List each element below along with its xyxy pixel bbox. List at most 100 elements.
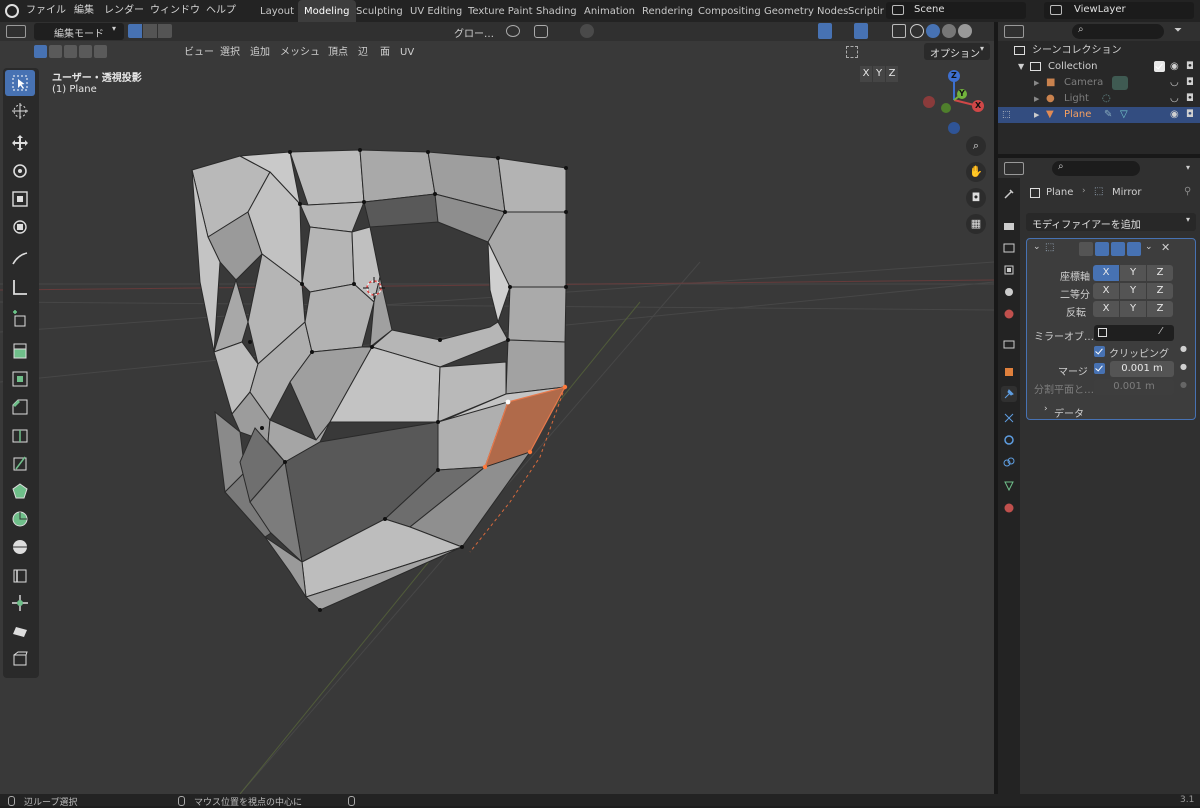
scale-tool[interactable]	[5, 186, 35, 212]
annotate-tool[interactable]	[5, 246, 35, 272]
viewport-toggle-icon[interactable]	[1111, 242, 1125, 256]
properties-search-input[interactable]: ⌕	[1052, 161, 1140, 176]
edge-select-button[interactable]	[143, 24, 157, 38]
scene-tab-icon[interactable]	[1001, 284, 1017, 300]
workspace-tab-4[interactable]: Texture Paint	[462, 0, 539, 24]
material-tab-icon[interactable]	[1001, 500, 1017, 516]
render-toggle-icon[interactable]	[1127, 242, 1141, 256]
outliner-row-plane[interactable]: ⬚ ▶ ▼ Plane ✎ ▽ ◉ ◘	[998, 107, 1200, 123]
merge-checkbox[interactable]	[1094, 363, 1105, 374]
overlay-toggle-icon[interactable]	[854, 23, 868, 39]
axis-y-button[interactable]: Y	[1120, 265, 1146, 281]
ortho-grid-icon[interactable]: ▦	[966, 214, 986, 234]
viewport-menu-0[interactable]: ビュー	[184, 44, 214, 62]
move-tool[interactable]	[5, 130, 35, 156]
proportional-edit-icon[interactable]	[580, 24, 594, 38]
filter-icon[interactable]: ⏷	[1174, 25, 1186, 37]
bevel-tool[interactable]	[5, 394, 35, 420]
select-box-tool[interactable]	[5, 70, 35, 96]
extrude-tool[interactable]	[5, 338, 35, 364]
mirror-axis-x-button[interactable]: X	[860, 66, 872, 82]
select-mode-extend-button[interactable]	[49, 45, 62, 58]
bisect-x-button[interactable]: X	[1093, 283, 1119, 299]
mirror-axis-y-button[interactable]: Y	[873, 66, 885, 82]
camera-render-icon[interactable]: ◘	[1186, 107, 1194, 123]
camera-render-icon[interactable]: ◘	[1186, 91, 1194, 107]
scene-selector[interactable]: Scene	[886, 2, 1026, 19]
viewport-menu-6[interactable]: 面	[380, 44, 390, 62]
3d-viewport[interactable]: 編集モード ▾ ビュー 選択 追加 メッシュ 頂点辺面 UV グロー… XYZ オプション…	[0, 22, 994, 794]
camera-render-icon[interactable]: ◘	[1186, 75, 1194, 91]
pin-icon[interactable]: ⚲	[1184, 186, 1191, 197]
zoom-icon[interactable]: ⌕	[966, 136, 986, 156]
outliner-row-light[interactable]: ▶ ● Light ◌ ◡ ◘	[998, 91, 1200, 107]
chevron-right-icon[interactable]: ›	[1044, 404, 1048, 414]
collection-checkbox[interactable]	[1154, 61, 1165, 72]
menu-item-1[interactable]: 編集	[70, 0, 98, 22]
workspace-tab-3[interactable]: UV Editing	[404, 0, 468, 24]
eye-closed-icon[interactable]: ◡	[1170, 75, 1179, 91]
eye-icon[interactable]: ◉	[1170, 107, 1179, 123]
outliner-row-camera[interactable]: ▶ ■ Camera ◡ ◘	[998, 75, 1200, 91]
axis-z-button[interactable]: Z	[1147, 265, 1173, 281]
object-tab-icon[interactable]	[1001, 364, 1017, 380]
data-subpanel-label[interactable]: データ	[1054, 405, 1084, 420]
cage-toggle-icon[interactable]	[1095, 242, 1109, 256]
workspace-tab-8[interactable]: Compositing	[692, 0, 767, 24]
edit-mode-icon[interactable]: ⬚	[1002, 107, 1011, 123]
mirror-object-field[interactable]: ⁄	[1094, 325, 1174, 341]
tool-tab-icon[interactable]	[1001, 186, 1017, 202]
xray-toggle-icon[interactable]	[892, 24, 906, 38]
menu-item-4[interactable]: ヘルプ	[202, 0, 240, 22]
eye-icon[interactable]: ◉	[1170, 59, 1179, 75]
snap-icon[interactable]	[534, 25, 548, 38]
expand-icon[interactable]: ▶	[1034, 91, 1039, 107]
expand-icon[interactable]: ▶	[1034, 75, 1039, 91]
editor-type-icon[interactable]	[6, 25, 26, 38]
physics-tab-icon[interactable]	[1001, 432, 1017, 448]
inset-tool[interactable]	[5, 366, 35, 392]
keyframe-dot-icon[interactable]: ●	[1180, 344, 1187, 353]
options-dropdown[interactable]: オプション ▾	[924, 43, 990, 60]
close-icon[interactable]: ✕	[1161, 241, 1170, 254]
smooth-tool[interactable]	[5, 534, 35, 560]
material-shading-button[interactable]	[942, 24, 956, 38]
gizmo-toggle-icon[interactable]	[818, 23, 832, 39]
loop-cut-tool[interactable]	[5, 422, 35, 448]
rotate-tool[interactable]	[5, 158, 35, 184]
menu-item-0[interactable]: ファイル	[22, 0, 70, 22]
workspace-tab-1[interactable]: Modeling	[298, 0, 356, 24]
pivot-icon[interactable]	[506, 25, 520, 37]
face-select-button[interactable]	[158, 24, 172, 38]
menu-item-3[interactable]: ウィンドウ	[146, 0, 204, 22]
outliner-scene-collection[interactable]: シーンコレクション	[998, 43, 1200, 59]
shrink-fatten-tool[interactable]	[5, 590, 35, 616]
workspace-tab-5[interactable]: Shading	[530, 0, 583, 24]
axis-x-button[interactable]: X	[1093, 265, 1119, 281]
edge-slide-tool[interactable]	[5, 562, 35, 588]
output-tab-icon[interactable]	[1001, 240, 1017, 256]
shear-tool[interactable]	[5, 618, 35, 644]
viewport-menu-3[interactable]: メッシュ	[280, 44, 320, 62]
particles-tab-icon[interactable]	[1001, 410, 1017, 426]
rip-region-tool[interactable]	[5, 646, 35, 672]
clipping-checkbox[interactable]	[1094, 346, 1105, 357]
eye-closed-icon[interactable]: ◡	[1170, 91, 1179, 107]
menu-item-2[interactable]: レンダー	[100, 0, 148, 22]
expand-icon[interactable]: ▶	[1034, 107, 1039, 123]
outliner-type-icon[interactable]	[1004, 25, 1024, 38]
chevron-down-icon[interactable]: ⌄	[1145, 242, 1153, 252]
vertex-select-button[interactable]	[128, 24, 142, 38]
viewport-visibility-icon[interactable]	[790, 24, 814, 38]
workspace-tab-10[interactable]: Scriptir	[842, 0, 890, 24]
view-layer-tab-icon[interactable]	[1001, 262, 1017, 278]
select-mode-subtract-button[interactable]	[64, 45, 77, 58]
select-mode-intersect-button[interactable]	[94, 45, 107, 58]
transform-tool[interactable]	[5, 214, 35, 240]
edit-mode-toggle-icon[interactable]	[1079, 242, 1093, 256]
viewport-menu-5[interactable]: 辺	[358, 44, 368, 62]
bisect-z-button[interactable]: Z	[1147, 283, 1173, 299]
poly-build-tool[interactable]	[5, 478, 35, 504]
collection-tab-icon[interactable]	[1001, 336, 1017, 352]
outliner-search-input[interactable]: ⌕	[1072, 24, 1164, 39]
